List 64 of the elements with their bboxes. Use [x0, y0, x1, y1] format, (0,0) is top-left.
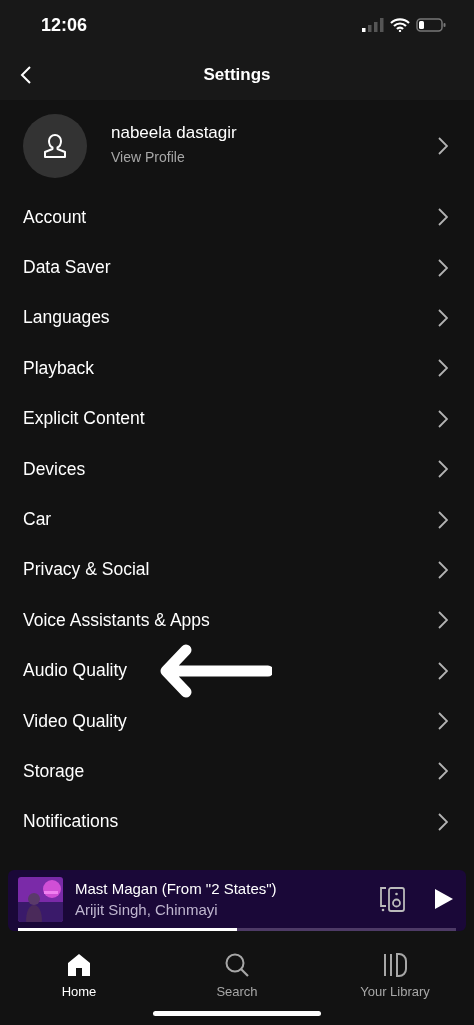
settings-label: Audio Quality: [23, 660, 128, 682]
chevron-right-icon: [438, 712, 448, 731]
settings-label: Devices: [23, 458, 86, 480]
nav-tab[interactable]: Search: [182, 951, 292, 999]
nav-tab[interactable]: Home: [24, 951, 134, 999]
settings-row[interactable]: Audio Quality: [0, 645, 474, 696]
settings-row[interactable]: Account: [0, 192, 474, 243]
chevron-right-icon: [438, 812, 448, 831]
settings-row[interactable]: Privacy & Social: [0, 544, 474, 596]
wifi-icon: [390, 18, 410, 32]
chevron-right-icon: [438, 258, 448, 277]
play-button[interactable]: [434, 888, 454, 910]
chevron-right-icon: [438, 762, 448, 781]
settings-row[interactable]: Playback: [0, 343, 474, 394]
play-icon: [434, 888, 454, 910]
settings-row[interactable]: Devices: [0, 443, 474, 495]
settings-label: Account: [23, 206, 87, 228]
signal-icon: [362, 18, 384, 32]
settings-row[interactable]: Storage: [0, 746, 474, 797]
settings-row[interactable]: Languages: [0, 292, 474, 344]
settings-row[interactable]: Voice Assistants & Apps: [0, 595, 474, 646]
devices-button[interactable]: [378, 884, 408, 914]
nav-tab[interactable]: Your Library: [340, 951, 450, 999]
person-icon: [43, 133, 67, 159]
chevron-right-icon: [438, 661, 448, 680]
settings-label: Video Quality: [23, 710, 127, 732]
settings-label: Explicit Content: [23, 408, 145, 430]
mini-player[interactable]: Mast Magan (From "2 States") Arijit Singh, Chinmayi: [8, 870, 466, 931]
settings-label: Playback: [23, 357, 94, 379]
chevron-right-icon: [438, 560, 448, 579]
settings-label: Storage: [23, 761, 85, 782]
chevron-right-icon: [438, 460, 448, 479]
track-artist: Arijit Singh, Chinmayi: [75, 901, 219, 918]
settings-row[interactable]: Data Saver: [0, 242, 474, 293]
page-title: Settings: [203, 65, 271, 85]
settings-row[interactable]: Explicit Content: [0, 393, 474, 444]
chevron-right-icon: [438, 611, 448, 630]
library-icon: [382, 952, 408, 978]
battery-icon: [416, 18, 446, 32]
track-title: Mast Magan (From "2 States"): [75, 880, 278, 897]
settings-row[interactable]: Video Quality: [0, 695, 474, 747]
back-icon: [20, 66, 31, 84]
back-button[interactable]: [20, 66, 31, 84]
settings-label: Data Saver: [23, 257, 111, 279]
profile-row[interactable]: nabeela dastagir View Profile: [0, 100, 474, 192]
chevron-right-icon: [438, 510, 448, 529]
settings-label: Languages: [23, 307, 110, 329]
settings-row[interactable]: Notifications: [0, 796, 474, 848]
chevron-right-icon: [438, 359, 448, 378]
profile-subtitle: View Profile: [111, 149, 186, 165]
chevron-right-icon: [438, 308, 448, 327]
profile-name: nabeela dastagir: [111, 123, 238, 143]
chevron-right-icon: [438, 137, 448, 155]
settings-label: Car: [23, 509, 52, 531]
settings-label: Voice Assistants & Apps: [23, 609, 210, 631]
search-icon: [224, 952, 250, 978]
chevron-right-icon: [438, 409, 448, 428]
chevron-right-icon: [438, 208, 448, 227]
settings-label: Notifications: [23, 811, 119, 833]
settings-row[interactable]: Car: [0, 494, 474, 545]
home-icon: [66, 952, 92, 978]
settings-label: Privacy & Social: [23, 559, 150, 581]
speaker-icon: [378, 884, 408, 914]
status-time: 12:06: [41, 14, 88, 36]
